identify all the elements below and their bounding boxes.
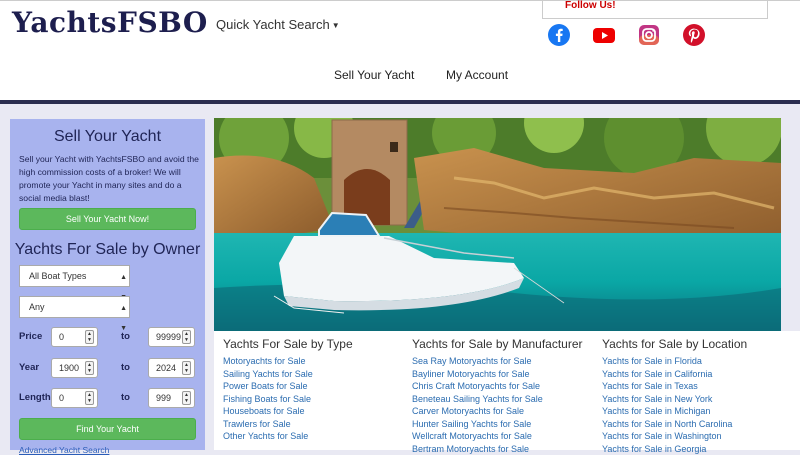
column-title-manufacturer: Yachts for Sale by Manufacturer — [412, 337, 583, 351]
column-link[interactable]: Yachts for Sale in Florida — [602, 356, 702, 366]
stepper-icon[interactable]: ▲ ▼ — [182, 391, 191, 405]
stepper-icon[interactable]: ▲ ▼ — [182, 330, 191, 344]
advanced-search-link[interactable]: Advanced Yacht Search — [19, 445, 109, 455]
instagram-icon[interactable] — [637, 23, 661, 47]
boat-type-select[interactable]: All Boat Types ▲▼ — [19, 265, 130, 301]
price-to-label: to — [121, 331, 130, 342]
column-link[interactable]: Fishing Boats for Sale — [223, 394, 311, 404]
column-title-type: Yachts For Sale by Type — [223, 337, 353, 351]
sell-yacht-text: Sell your Yacht with YachtsFSBO and avoi… — [19, 154, 199, 203]
column-link[interactable]: Power Boats for Sale — [223, 381, 308, 391]
column-link[interactable]: Other Yachts for Sale — [223, 431, 308, 441]
column-link[interactable]: Sailing Yachts for Sale — [223, 369, 313, 379]
hero-yacht-image — [214, 118, 781, 331]
column-link[interactable]: Yachts for Sale in Michigan — [602, 406, 710, 416]
price-max-input[interactable]: 99999 ▲ ▼ — [148, 327, 195, 347]
stepper-icon[interactable]: ▲ ▼ — [85, 391, 94, 405]
year-max-input[interactable]: 2024 ▲ ▼ — [148, 358, 195, 378]
price-max-value: 99999 — [156, 332, 182, 342]
column-link[interactable]: Yachts for Sale in North Carolina — [602, 419, 732, 429]
length-to-label: to — [121, 392, 130, 403]
boat-type-value: All Boat Types — [29, 271, 87, 281]
column-link[interactable]: Houseboats for Sale — [223, 406, 305, 416]
column-link[interactable]: Yachts for Sale in Texas — [602, 381, 698, 391]
length-label: Length — [19, 392, 51, 403]
search-by-owner-title: Yachts For Sale by Owner — [14, 241, 201, 258]
column-link[interactable]: Yachts for Sale in Washington — [602, 431, 722, 441]
chevron-down-icon: ▼ — [331, 21, 340, 31]
price-min-value: 0 — [59, 332, 65, 342]
column-link[interactable]: Motoryachts for Sale — [223, 356, 306, 366]
column-link[interactable]: Trawlers for Sale — [223, 419, 291, 429]
pinterest-icon[interactable] — [682, 23, 706, 47]
site-logo[interactable]: YachtsFSBO — [12, 6, 208, 39]
youtube-icon[interactable] — [592, 23, 616, 47]
secondary-select[interactable]: Any ▲ ▼ — [19, 296, 130, 332]
year-label: Year — [19, 362, 40, 373]
price-label: Price — [19, 331, 43, 342]
find-your-yacht-button[interactable]: Find Your Yacht — [19, 418, 196, 440]
column-title-location: Yachts for Sale by Location — [602, 337, 748, 351]
secondary-select-value: Any — [29, 302, 45, 312]
year-min-input[interactable]: 1900 ▲ ▼ — [51, 358, 98, 378]
column-link[interactable]: Bertram Motoryachts for Sale — [412, 444, 529, 454]
follow-us-label: Follow Us! — [565, 0, 616, 11]
length-max-input[interactable]: 999 ▲ ▼ — [148, 388, 195, 408]
column-link[interactable]: Beneteau Sailing Yachts for Sale — [412, 394, 543, 404]
length-min-input[interactable]: 0 ▲ ▼ — [51, 388, 98, 408]
column-link[interactable]: Sea Ray Motoryachts for Sale — [412, 356, 532, 366]
column-link[interactable]: Yachts for Sale in Georgia — [602, 444, 706, 454]
year-to-label: to — [121, 362, 130, 373]
stepper-icon[interactable]: ▲ ▼ — [182, 361, 191, 375]
nav-sell-your-yacht[interactable]: Sell Your Yacht — [334, 68, 414, 82]
column-link[interactable]: Yachts for Sale in New York — [602, 394, 712, 404]
year-min-value: 1900 — [59, 363, 80, 373]
column-link[interactable]: Wellcraft Motoryachts for Sale — [412, 431, 532, 441]
facebook-icon[interactable] — [547, 23, 571, 47]
column-link[interactable]: Yachts for Sale in California — [602, 369, 712, 379]
price-min-input[interactable]: 0 ▲ ▼ — [51, 327, 98, 347]
sell-yacht-now-button[interactable]: Sell Your Yacht Now! — [19, 208, 196, 230]
stepper-icon[interactable]: ▲ ▼ — [85, 330, 94, 344]
sell-yacht-title: Sell Your Yacht — [53, 128, 162, 145]
length-min-value: 0 — [59, 393, 65, 403]
column-link[interactable]: Bayliner Motoryachts for Sale — [412, 369, 530, 379]
nav-my-account[interactable]: My Account — [446, 68, 508, 82]
column-link[interactable]: Hunter Sailing Yachts for Sale — [412, 419, 531, 429]
stepper-icon[interactable]: ▲ ▼ — [85, 361, 94, 375]
column-link[interactable]: Carver Motoryachts for Sale — [412, 406, 524, 416]
quick-search-dropdown[interactable]: Quick Yacht Search ▼ — [216, 17, 340, 32]
quick-search-label: Quick Yacht Search — [216, 17, 330, 32]
year-max-value: 2024 — [156, 363, 177, 373]
column-link[interactable]: Chris Craft Motoryachts for Sale — [412, 381, 540, 391]
length-max-value: 999 — [156, 393, 172, 403]
